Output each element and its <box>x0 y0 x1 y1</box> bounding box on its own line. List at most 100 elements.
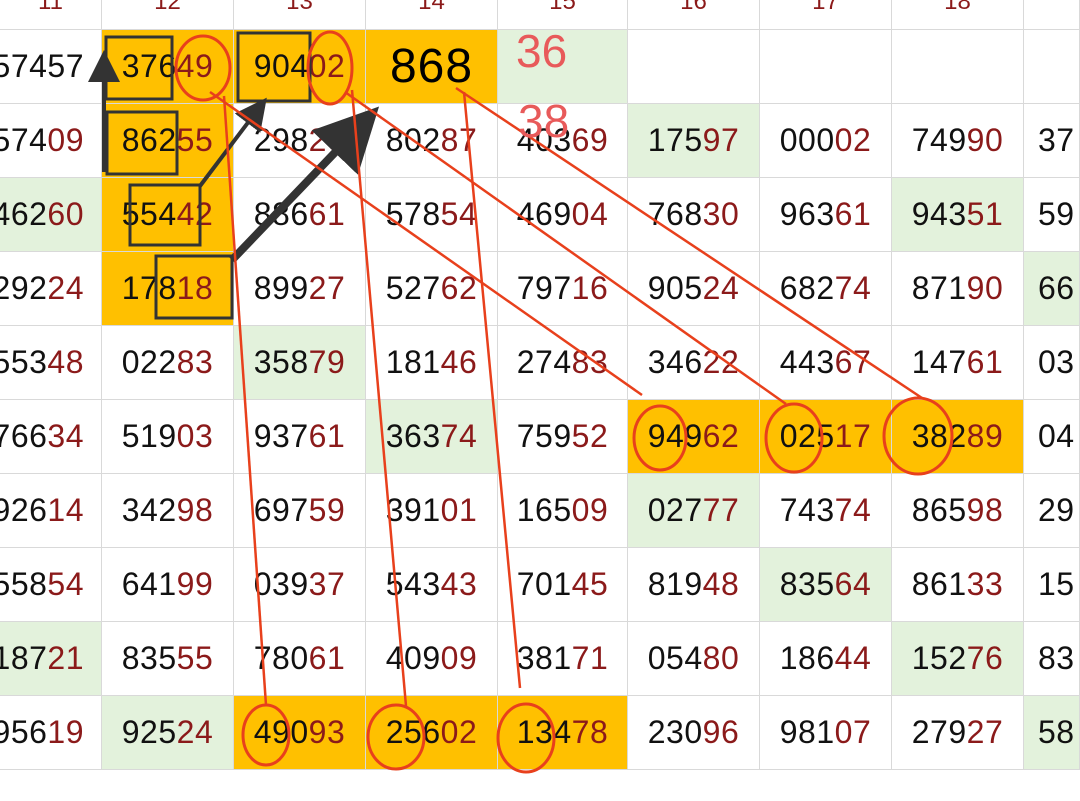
grid-cell[interactable]: 943 51 <box>892 178 1024 252</box>
grid-cell[interactable]: 039 37 <box>234 548 366 622</box>
grid-cell[interactable]: 937 61 <box>234 400 366 474</box>
grid-cell[interactable]: 382 89 <box>892 400 1024 474</box>
cell-prefix: 409 <box>385 640 441 676</box>
grid-cell[interactable]: 797 16 <box>498 252 628 326</box>
grid-cell[interactable]: 95619 <box>0 696 102 770</box>
grid-cell[interactable] <box>628 30 760 104</box>
grid-cell[interactable]: 46260 <box>0 178 102 252</box>
grid-cell[interactable]: 178 18 <box>102 252 234 326</box>
grid-cell[interactable]: 949 62 <box>628 400 760 474</box>
grid-cell[interactable]: 027 77 <box>628 474 760 548</box>
grid-cell[interactable]: 76634 <box>0 400 102 474</box>
cell-suffix: 07 <box>834 714 872 750</box>
grid-cell[interactable]: 37 <box>1024 104 1080 178</box>
grid-cell[interactable]: 871 90 <box>892 252 1024 326</box>
grid-cell[interactable]: 04 <box>1024 400 1080 474</box>
grid-cell[interactable]: 147 61 <box>892 326 1024 400</box>
grid-cell[interactable]: 181 46 <box>366 326 498 400</box>
grid-cell[interactable]: 358 79 <box>234 326 366 400</box>
grid-cell[interactable]: 865 98 <box>892 474 1024 548</box>
grid-cell[interactable]: 904 02 <box>234 30 366 104</box>
grid-cell[interactable]: 759 52 <box>498 400 628 474</box>
grid-cell[interactable]: 279 27 <box>892 696 1024 770</box>
grid-cell[interactable]: 543 43 <box>366 548 498 622</box>
grid-cell[interactable]: 165 09 <box>498 474 628 548</box>
grid-cell[interactable]: 527 62 <box>366 252 498 326</box>
grid-cell[interactable]: 83 <box>1024 622 1080 696</box>
grid-cell[interactable]: 022 83 <box>102 326 234 400</box>
grid-cell[interactable]: 57409 <box>0 104 102 178</box>
cell-suffix: 09 <box>440 640 478 676</box>
grid-cell[interactable]: 92614 <box>0 474 102 548</box>
grid-cell[interactable]: 743 74 <box>760 474 892 548</box>
grid-cell[interactable]: 134 78 <box>498 696 628 770</box>
grid-cell[interactable]: 490 93 <box>234 696 366 770</box>
grid-cell[interactable]: 519 03 <box>102 400 234 474</box>
grid-cell[interactable]: 905 24 <box>628 252 760 326</box>
grid-cell[interactable]: 66 <box>1024 252 1080 326</box>
cell-suffix: 77 <box>702 492 740 528</box>
grid-cell[interactable]: 862 55 <box>102 104 234 178</box>
grid-cell[interactable]: 578 54 <box>366 178 498 252</box>
grid-cell[interactable]: 363 74 <box>366 400 498 474</box>
grid-cell[interactable]: 18721 <box>0 622 102 696</box>
grid-cell[interactable]: 025 17 <box>760 400 892 474</box>
grid-cell[interactable]: 409 09 <box>366 622 498 696</box>
grid-cell[interactable]: 342 98 <box>102 474 234 548</box>
grid-cell[interactable]: 175 97 <box>628 104 760 178</box>
grid-cell[interactable]: 554 42 <box>102 178 234 252</box>
grid-cell[interactable]: 981 07 <box>760 696 892 770</box>
grid-cell[interactable]: 152 76 <box>892 622 1024 696</box>
grid-cell[interactable]: 835 64 <box>760 548 892 622</box>
grid-cell[interactable]: 701 45 <box>498 548 628 622</box>
cell-prefix: 147 <box>911 344 967 380</box>
grid-cell[interactable] <box>892 30 1024 104</box>
cell-suffix: 26 <box>308 122 346 158</box>
grid-cell[interactable]: 749 90 <box>892 104 1024 178</box>
cell-prefix: 391 <box>385 492 441 528</box>
grid-cell[interactable]: 000 02 <box>760 104 892 178</box>
grid-cell[interactable]: 15 <box>1024 548 1080 622</box>
grid-cell[interactable]: 641 99 <box>102 548 234 622</box>
grid-cell[interactable]: 59 <box>1024 178 1080 252</box>
grid-cell[interactable]: 886 61 <box>234 178 366 252</box>
grid-cell[interactable]: 819 48 <box>628 548 760 622</box>
grid-cell[interactable] <box>760 30 892 104</box>
grid-cell[interactable]: 899 27 <box>234 252 366 326</box>
grid-cell[interactable]: 469 04 <box>498 178 628 252</box>
grid-cell[interactable]: 03 <box>1024 326 1080 400</box>
grid-cell[interactable]: 186 44 <box>760 622 892 696</box>
grid-cell[interactable]: 256 02 <box>366 696 498 770</box>
cell-prefix: 865 <box>911 492 967 528</box>
grid-cell[interactable]: 861 33 <box>892 548 1024 622</box>
grid-cell[interactable]: 55348 <box>0 326 102 400</box>
grid-cell[interactable]: 29224 <box>0 252 102 326</box>
grid-cell[interactable]: 346 22 <box>628 326 760 400</box>
grid-cell[interactable]: 868 <box>366 30 498 104</box>
grid-cell[interactable]: 802 87 <box>366 104 498 178</box>
grid-cell[interactable]: 55854 <box>0 548 102 622</box>
grid-cell[interactable]: 768 30 <box>628 178 760 252</box>
grid-cell[interactable]: 57457 <box>0 30 102 104</box>
grid-cell[interactable]: 58 <box>1024 696 1080 770</box>
cell-suffix: 54 <box>47 566 84 602</box>
cell-prefix: 66 <box>1038 270 1075 306</box>
grid-cell[interactable]: 230 96 <box>628 696 760 770</box>
grid-cell[interactable]: 780 61 <box>234 622 366 696</box>
grid-cell[interactable]: 29 <box>1024 474 1080 548</box>
grid-cell[interactable]: 835 55 <box>102 622 234 696</box>
grid-cell[interactable]: 391 01 <box>366 474 498 548</box>
grid-cell[interactable]: 274 83 <box>498 326 628 400</box>
grid-cell[interactable]: 682 74 <box>760 252 892 326</box>
grid-cell[interactable]: 298 26 <box>234 104 366 178</box>
cell-suffix: 62 <box>702 418 740 454</box>
grid-cell[interactable]: 381 71 <box>498 622 628 696</box>
grid-cell[interactable] <box>1024 30 1080 104</box>
grid-cell[interactable]: 697 59 <box>234 474 366 548</box>
grid-cell[interactable]: 443 67 <box>760 326 892 400</box>
cell-prefix: 83 <box>1038 640 1075 676</box>
grid-cell[interactable]: 925 24 <box>102 696 234 770</box>
grid-cell[interactable]: 963 61 <box>760 178 892 252</box>
grid-cell[interactable]: 376 49 <box>102 30 234 104</box>
grid-cell[interactable]: 054 80 <box>628 622 760 696</box>
